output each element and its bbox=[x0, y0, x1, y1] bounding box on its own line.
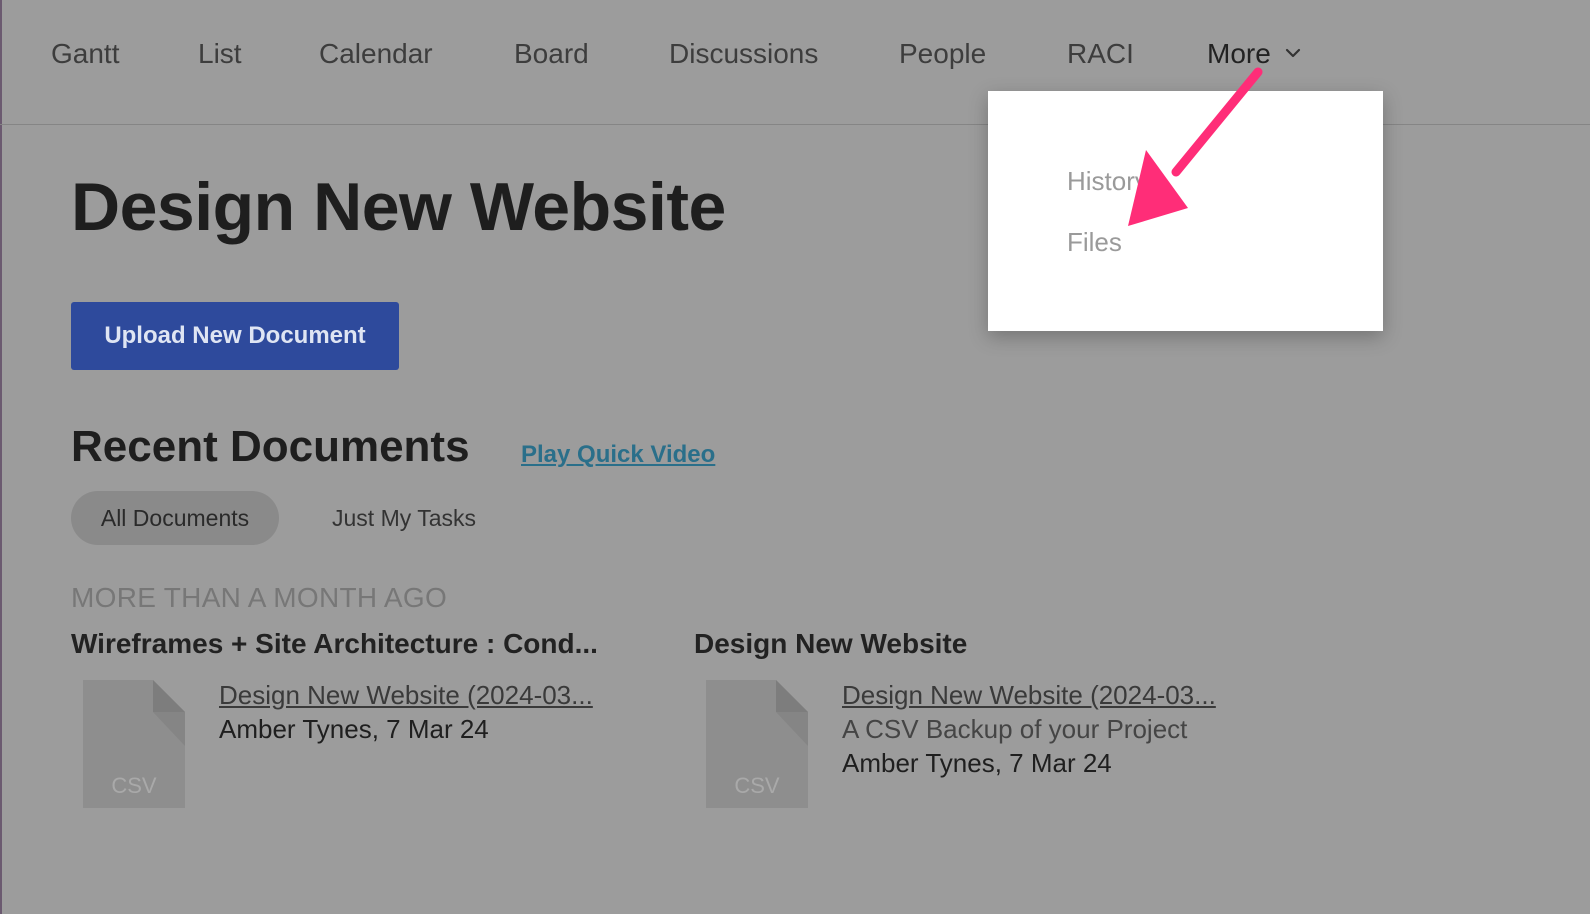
csv-file-icon[interactable]: CSV bbox=[706, 680, 808, 808]
csv-file-icon[interactable]: CSV bbox=[83, 680, 185, 808]
filter-all-documents[interactable]: All Documents bbox=[71, 491, 279, 545]
document-meta: Amber Tynes, 7 Mar 24 bbox=[842, 748, 1112, 778]
nav-tab-gantt[interactable]: Gantt bbox=[51, 38, 119, 70]
play-quick-video-link[interactable]: Play Quick Video bbox=[521, 441, 715, 469]
nav-tab-calendar[interactable]: Calendar bbox=[319, 38, 433, 70]
page-title: Design New Website bbox=[71, 169, 726, 245]
document-file-link[interactable]: Design New Website (2024-03... bbox=[842, 680, 1216, 711]
window-left-edge bbox=[0, 0, 2, 914]
document-meta: Amber Tynes, 7 Mar 24 bbox=[219, 714, 489, 744]
recent-documents-heading: Recent Documents bbox=[71, 422, 470, 471]
chevron-down-icon bbox=[1285, 48, 1300, 57]
document-file-link[interactable]: Design New Website (2024-03... bbox=[219, 680, 593, 711]
nav-tab-list[interactable]: List bbox=[198, 38, 242, 70]
filter-just-my-tasks[interactable]: Just My Tasks bbox=[304, 491, 504, 545]
nav-tab-board[interactable]: Board bbox=[514, 38, 589, 70]
upload-new-document-button[interactable]: Upload New Document bbox=[71, 302, 399, 370]
document-group-title[interactable]: Design New Website bbox=[694, 628, 967, 660]
nav-tab-discussions[interactable]: Discussions bbox=[669, 38, 818, 70]
document-group-title[interactable]: Wireframes + Site Architecture : Cond... bbox=[71, 628, 598, 660]
file-type-label: CSV bbox=[734, 773, 780, 798]
annotation-arrow bbox=[1128, 67, 1263, 226]
nav-tab-people[interactable]: People bbox=[899, 38, 986, 70]
file-type-label: CSV bbox=[111, 773, 157, 798]
document-description: A CSV Backup of your Project bbox=[842, 714, 1188, 744]
date-group-label: MORE THAN A MONTH AGO bbox=[71, 582, 448, 613]
